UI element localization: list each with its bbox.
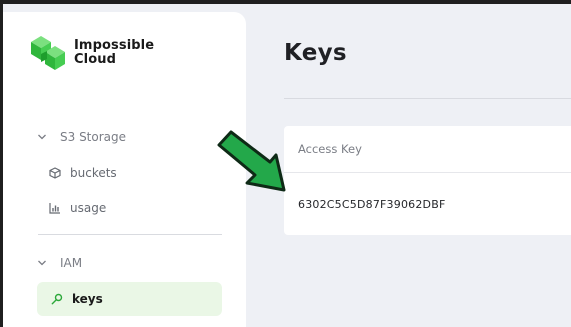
pointer-arrow-icon <box>217 130 286 192</box>
brand-name-line1: Impossible <box>74 38 155 53</box>
sidebar-item-usage[interactable]: usage <box>49 201 106 215</box>
sidebar-item-keys[interactable]: keys <box>37 282 222 316</box>
nav-section-label: S3 Storage <box>60 130 127 144</box>
nav-section-iam[interactable]: IAM <box>37 256 82 270</box>
sidebar-item-label: buckets <box>70 166 117 180</box>
brand-logo[interactable]: Impossible Cloud <box>27 32 154 74</box>
key-icon <box>51 293 63 305</box>
chevron-down-icon <box>38 134 46 140</box>
access-keys-table: Access Key 6302C5C5D87F39062DBF <box>284 126 571 235</box>
title-divider <box>284 98 571 99</box>
brand-name-line2: Cloud <box>74 52 116 67</box>
brand-name: Impossible Cloud <box>74 39 154 67</box>
sidebar-divider <box>38 234 222 235</box>
nav-section-s3-storage[interactable]: S3 Storage <box>37 130 126 144</box>
bar-chart-icon <box>49 203 60 214</box>
chevron-down-icon <box>38 260 46 266</box>
sidebar-item-buckets[interactable]: buckets <box>49 166 117 180</box>
sidebar-item-label: usage <box>70 201 107 215</box>
nav-section-label: IAM <box>60 256 83 270</box>
table-header-access-key: Access Key <box>284 126 571 173</box>
table-row[interactable]: 6302C5C5D87F39062DBF <box>284 173 571 235</box>
impossible-cloud-logo-icon <box>31 36 65 70</box>
access-key-value: 6302C5C5D87F39062DBF <box>298 197 446 211</box>
sidebar: Impossible Cloud S3 Storage buckets usag… <box>3 12 246 327</box>
page-title: Keys <box>284 40 347 66</box>
sidebar-item-label: keys <box>72 292 103 306</box>
cube-icon <box>49 167 61 179</box>
